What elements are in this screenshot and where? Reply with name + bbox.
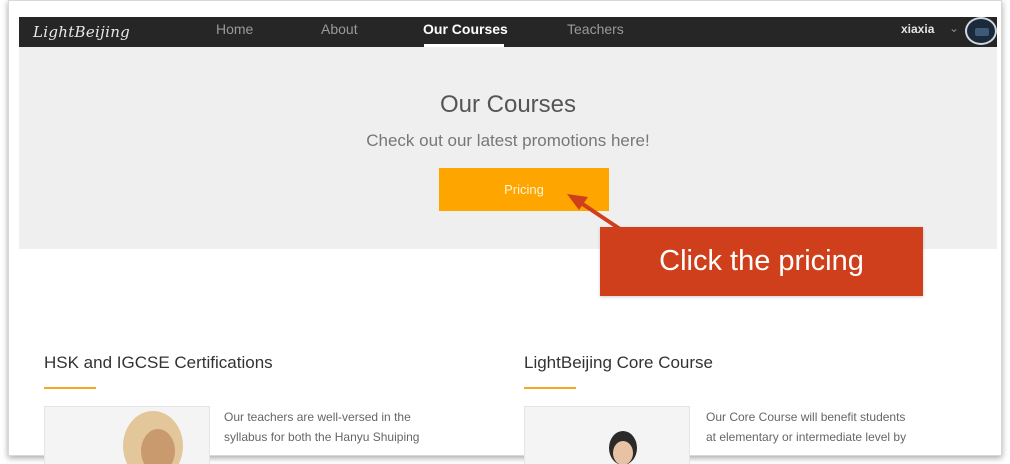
avatar-image [975, 28, 989, 36]
nav-item-teachers[interactable]: Teachers [567, 21, 624, 37]
user-avatar[interactable] [965, 17, 997, 45]
page-title: Our Courses [439, 91, 577, 118]
course-description-line: Our teachers are well-versed in the [224, 410, 411, 424]
top-navbar: LightBeijing Home About Our Courses Teac… [19, 17, 997, 47]
image-person-face [613, 441, 633, 464]
course-description: Our Core Course will benefit students at… [706, 407, 966, 447]
course-description-line: Our Core Course will benefit students [706, 410, 906, 424]
course-card-hsk: HSK and IGCSE Certifications Our teacher… [44, 353, 419, 464]
page-subtitle: Check out our latest promotions here! [366, 131, 650, 150]
course-card-core: LightBeijing Core Course Our Core Course… [524, 353, 906, 464]
nav-item-home[interactable]: Home [216, 21, 253, 37]
pricing-button[interactable]: Pricing [439, 168, 609, 211]
annotation-callout: Click the pricing [600, 227, 923, 296]
course-image[interactable] [44, 406, 210, 464]
nav-item-our-courses[interactable]: Our Courses [423, 21, 508, 37]
course-description-line: at elementary or intermediate level by [706, 430, 907, 444]
site-logo[interactable]: LightBeijing [33, 23, 130, 41]
course-description-line: syllabus for both the Hanyu Shuiping [224, 430, 420, 444]
chevron-down-icon[interactable]: ⌄ [949, 21, 959, 35]
hero-banner: Our Courses Check out our latest promoti… [19, 47, 997, 249]
course-title[interactable]: HSK and IGCSE Certifications [44, 353, 273, 373]
course-description: Our teachers are well-versed in the syll… [224, 407, 484, 447]
course-image[interactable] [524, 406, 690, 464]
user-name[interactable]: xiaxia [901, 22, 934, 36]
nav-item-about[interactable]: About [321, 21, 358, 37]
course-title[interactable]: LightBeijing Core Course [524, 353, 713, 373]
course-title-underline [44, 387, 96, 389]
course-title-underline [524, 387, 576, 389]
